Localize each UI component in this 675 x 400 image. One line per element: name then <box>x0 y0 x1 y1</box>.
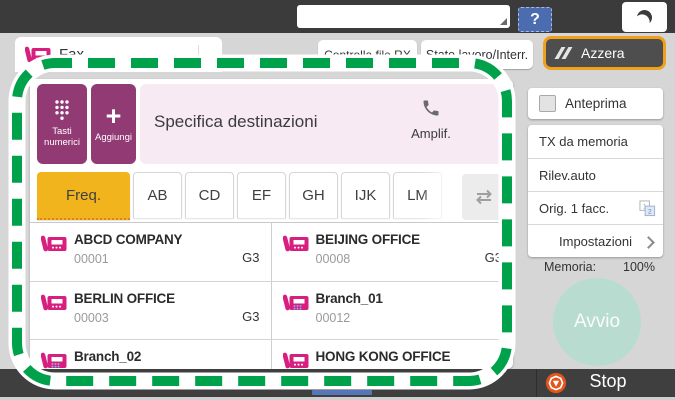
contact-name: BEIJING OFFICE <box>315 232 421 247</box>
bottom-hardware-bar: Stop <box>0 369 675 397</box>
destination-panel: Tasti numerici + Aggiungi Specifica dest… <box>30 79 513 369</box>
settings-label: Impostazioni <box>559 233 632 249</box>
tab-fax-app[interactable]: Fax <box>15 37 222 72</box>
fax-group-contact-icon <box>283 293 309 313</box>
fax-contact-icon <box>283 234 309 254</box>
contact-line-type: G3 <box>242 250 260 265</box>
reset-button[interactable]: Azzera <box>543 36 666 70</box>
expand-notifications-icon <box>500 18 507 25</box>
contact-cell[interactable]: BERLIN OFFICE 00003 G3 <box>30 281 272 339</box>
fax-contact-icon <box>41 293 67 313</box>
tab-ab[interactable]: AB <box>133 172 182 218</box>
job-status-button[interactable]: Stato lavoro/Interr. <box>421 40 533 69</box>
send-settings-stack: TX da memoria Rilev.auto Orig. 1 facc. I… <box>528 125 663 257</box>
settings-button[interactable]: Impostazioni <box>528 224 663 257</box>
memory-status: Memoria: 100% <box>528 260 663 274</box>
contact-code: 00012 <box>315 311 351 325</box>
add-label: Aggiungi <box>95 131 132 143</box>
fax-contact-icon <box>41 234 67 254</box>
add-destination-button[interactable]: + Aggiungi <box>91 84 136 164</box>
contact-name: Branch_02 <box>74 349 142 364</box>
help-button[interactable]: ? <box>518 7 552 32</box>
page-indicator <box>312 390 372 395</box>
handset-icon <box>421 98 441 118</box>
system-message-display[interactable] <box>297 5 510 28</box>
contact-cell[interactable]: Branch_02 00013 <box>30 339 272 369</box>
tab-ijk[interactable]: IJK <box>341 172 390 218</box>
resolution-button[interactable]: Rilev.auto <box>528 158 663 191</box>
tab-frequent[interactable]: Freq. <box>37 172 130 220</box>
numeric-keys-button[interactable]: Tasti numerici <box>37 84 87 164</box>
energy-saver-button[interactable] <box>622 2 667 32</box>
switch-list-button[interactable] <box>462 174 506 220</box>
contact-name: BERLIN OFFICE <box>74 291 175 306</box>
contact-name: HONG KONG OFFICE <box>315 349 451 364</box>
keypad-icon <box>53 99 71 121</box>
contact-code: 00003 <box>74 311 109 325</box>
chevron-right-icon <box>642 236 655 249</box>
tab-cd[interactable]: CD <box>185 172 234 218</box>
contact-name: ABCD COMPANY <box>74 232 183 247</box>
destination-entry-bar[interactable]: Specifica destinazioni Amplif. <box>140 84 506 164</box>
tx-mode-button[interactable]: TX da memoria <box>528 125 663 158</box>
reset-slashes-icon <box>554 47 572 59</box>
amplify-label: Amplif. <box>411 126 451 141</box>
check-rx-file-button[interactable]: Controlla file RX <box>318 40 417 69</box>
contact-cell[interactable]: HONG KONG OFFICE 00011 G3 <box>271 339 513 369</box>
tab-gh[interactable]: GH <box>289 172 338 218</box>
contact-code: 00008 <box>315 252 351 266</box>
on-hook-dial-button[interactable]: Amplif. <box>400 98 462 141</box>
moon-icon <box>635 7 655 27</box>
contact-cell[interactable]: BEIJING OFFICE 00008 G3 <box>272 223 514 281</box>
resolution-label: Rilev.auto <box>539 167 596 183</box>
tab-overflow-fade <box>420 172 462 222</box>
contact-cell[interactable]: Branch_01 00012 <box>271 281 513 339</box>
fax-app-icon <box>25 45 51 65</box>
fax-touch-screen: ? Fax Controlla file RX Stato lavoro/Int… <box>0 0 675 400</box>
preview-toggle[interactable]: Anteprima <box>528 88 663 119</box>
system-status-bar: ? <box>0 0 675 33</box>
memory-label: Memoria: <box>544 260 597 274</box>
original-sides-button[interactable]: Orig. 1 facc. <box>528 191 663 224</box>
contact-name: Branch_01 <box>315 291 383 306</box>
start-button[interactable]: Avvio <box>553 278 641 366</box>
numeric-keys-label: Tasti numerici <box>44 126 80 148</box>
preview-label: Anteprima <box>565 96 627 111</box>
plus-icon: + <box>105 100 122 131</box>
fax-group-contact-icon <box>41 351 67 369</box>
stop-button[interactable]: Stop <box>560 371 656 392</box>
contact-grid: ABCD COMPANY 00001 G3 BEIJING OFFICE 000… <box>30 222 513 369</box>
contact-line-type: G3 <box>242 309 260 324</box>
address-book-tab-row: Freq. AB CD EF GH IJK LM <box>37 172 506 222</box>
bottom-bar-divider <box>536 369 537 397</box>
fax-contact-icon <box>283 351 309 369</box>
swap-arrows-icon <box>474 189 494 205</box>
tab-ef[interactable]: EF <box>237 172 286 218</box>
original-sides-label: Orig. 1 facc. <box>539 200 610 216</box>
app-title: Fax <box>59 46 85 63</box>
reset-label: Azzera <box>581 45 625 61</box>
contact-cell[interactable]: ABCD COMPANY 00001 G3 <box>30 223 272 281</box>
contact-line-type: G3 <box>484 250 502 265</box>
tx-mode-label: TX da memoria <box>539 134 628 149</box>
contact-code: 00001 <box>74 252 109 266</box>
one-sided-original-icon <box>639 200 656 217</box>
memory-value: 100% <box>623 260 655 274</box>
tab-divider <box>198 45 199 65</box>
preview-checkbox[interactable] <box>539 95 556 112</box>
destination-prompt: Specifica destinazioni <box>154 112 318 131</box>
